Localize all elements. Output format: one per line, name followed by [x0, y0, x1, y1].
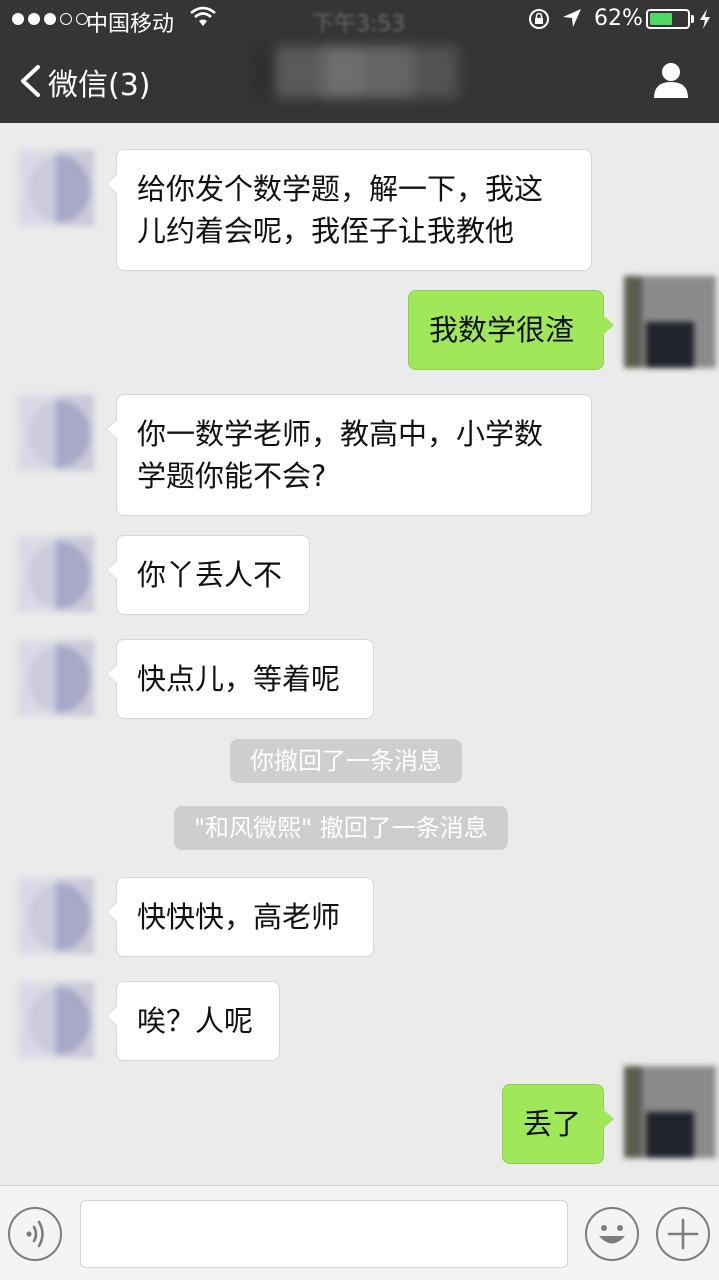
top-bar: 中国移动 下午3:53 62% 微信(3) — [0, 0, 719, 123]
message-bubble[interactable]: 我数学很渣 — [408, 290, 614, 370]
message-bubble[interactable]: 丢了 — [502, 1084, 614, 1164]
contact-avatar[interactable] — [18, 878, 94, 954]
battery-cap — [691, 15, 694, 23]
chevron-left-icon[interactable] — [18, 64, 42, 98]
status-bar: 中国移动 下午3:53 62% — [0, 0, 719, 40]
contact-avatar[interactable] — [18, 150, 94, 226]
message-input[interactable] — [80, 1200, 568, 1268]
my-avatar[interactable] — [624, 276, 716, 368]
input-bar — [0, 1185, 719, 1280]
battery-percent: 62% — [594, 6, 643, 31]
contact-avatar[interactable] — [18, 640, 94, 716]
status-time: 下午3:53 — [312, 12, 406, 37]
contact-avatar[interactable] — [18, 395, 94, 471]
carrier-name: 中国移动 — [86, 12, 175, 37]
message-bubble[interactable]: 给你发个数学题，解一下，我这儿约着会呢，我侄子让我教他 — [106, 149, 592, 271]
emoji-button[interactable] — [585, 1207, 639, 1261]
my-avatar[interactable] — [624, 1066, 716, 1158]
wifi-icon — [190, 6, 216, 26]
location-arrow-icon — [563, 9, 581, 27]
chat-area[interactable]: 给你发个数学题，解一下，我这儿约着会呢，我侄子让我教他 我数学很渣 你一数学老师… — [0, 123, 719, 1185]
plus-icon — [667, 1218, 699, 1250]
charging-bolt-icon — [700, 9, 710, 29]
rotation-lock-icon — [529, 9, 549, 29]
battery-level-fill — [650, 13, 673, 25]
back-button[interactable]: 微信(3) — [48, 60, 151, 104]
contact-avatar[interactable] — [18, 536, 94, 612]
signal-strength — [12, 8, 88, 30]
voice-icon — [26, 1220, 44, 1248]
more-button[interactable] — [656, 1207, 710, 1261]
emoji-icon — [599, 1225, 625, 1244]
message-bubble[interactable]: 唉？人呢 — [106, 981, 280, 1061]
person-icon[interactable] — [651, 60, 691, 100]
system-notice: 你撤回了一条消息 — [230, 739, 462, 783]
voice-button[interactable] — [8, 1207, 62, 1261]
message-bubble[interactable]: 快点儿，等着呢 — [106, 639, 374, 719]
contact-name-redacted — [252, 46, 482, 104]
message-bubble[interactable]: 快快快，高老师 — [106, 877, 374, 957]
contact-avatar[interactable] — [18, 982, 94, 1058]
message-bubble[interactable]: 你一数学老师，教高中，小学数学题你能不会? — [106, 394, 592, 516]
system-notice: "和风微熙" 撤回了一条消息 — [174, 806, 508, 850]
battery-icon — [646, 9, 690, 29]
message-bubble[interactable]: 你丫丢人不 — [106, 535, 310, 615]
